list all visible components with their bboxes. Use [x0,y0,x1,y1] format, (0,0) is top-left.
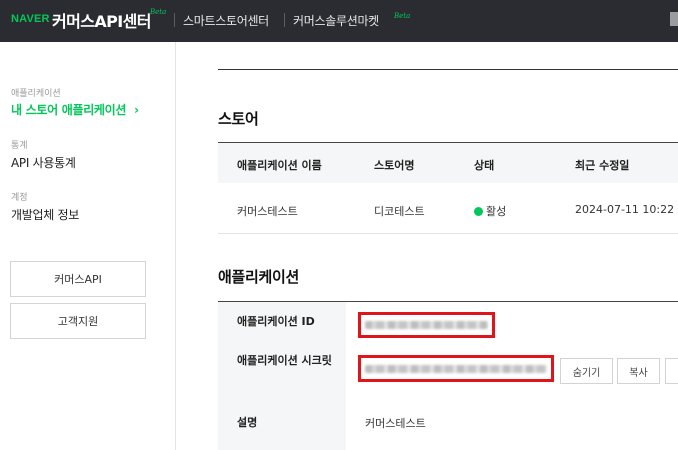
sidebar-group-label-application: 애플리케이션 [11,89,61,99]
naver-logo[interactable]: NAVER [11,13,50,25]
description-label: 설명 [237,416,258,429]
app-secret-label: 애플리케이션 시크릿 [237,354,332,367]
description-value: 커머스테스트 [365,417,426,430]
sidebar-item-api-usage-stats[interactable]: API 사용통계 [11,154,76,171]
section-divider [218,69,678,70]
chevron-right-icon: › [134,103,139,117]
main-content: 스토어 애플리케이션 이름 스토어명 상태 최근 수정일 커머스테스트 디코테스… [177,42,678,450]
column-header-modified: 최근 수정일 [575,159,630,172]
sidebar-item-developer-info[interactable]: 개발업체 정보 [11,206,79,223]
sidebar-item-my-store-application[interactable]: 내 스토어 애플리케이션 › [11,101,139,118]
commerce-api-button[interactable]: 커머스API [10,261,146,297]
nav-link-smartstore-center[interactable]: 스마트스토어센터 [183,12,269,29]
customer-support-button[interactable]: 고객지원 [10,303,146,339]
copy-secret-button[interactable]: 복사 [617,358,660,384]
user-menu[interactable] [670,12,678,26]
cell-store-name: 디코테스트 [374,205,425,218]
site-title[interactable]: 커머스API센터 [52,8,151,32]
nav-link-commerce-solution-market[interactable]: 커머스솔루션마켓 [293,12,379,29]
hide-secret-button[interactable]: 숨기기 [560,358,613,384]
column-header-app-name: 애플리케이션 이름 [237,159,322,172]
sidebar-group-label-stats: 통계 [11,141,28,151]
beta-badge: Beta [394,12,411,20]
app-id-value-redacted [358,312,495,338]
beta-badge: Beta [150,8,167,16]
status-active-icon [474,207,483,216]
column-header-store-name: 스토어명 [374,159,415,172]
cell-status: 활성 [474,203,506,219]
nav-divider [174,13,175,27]
table-bottom-border [218,233,678,234]
app-secret-value-redacted [358,355,554,382]
app-id-label: 애플리케이션 ID [237,315,315,328]
application-section-title: 애플리케이션 [218,268,300,286]
cell-app-name: 커머스테스트 [237,205,298,218]
cell-modified-date: 2024-07-11 10:22 [575,203,675,216]
secret-extra-button[interactable] [665,358,678,384]
nav-divider [284,13,285,27]
sidebar: 애플리케이션 내 스토어 애플리케이션 › 통계 API 사용통계 계정 개발업체… [0,42,176,450]
sidebar-group-label-account: 계정 [11,193,28,203]
column-header-status: 상태 [474,159,495,172]
top-navigation-bar: NAVER 커머스API센터 Beta 스마트스토어센터 커머스솔루션마켓 Be… [0,0,678,42]
status-text: 활성 [486,205,507,218]
store-section-title: 스토어 [218,110,259,128]
sidebar-item-label: 내 스토어 애플리케이션 [11,103,127,117]
